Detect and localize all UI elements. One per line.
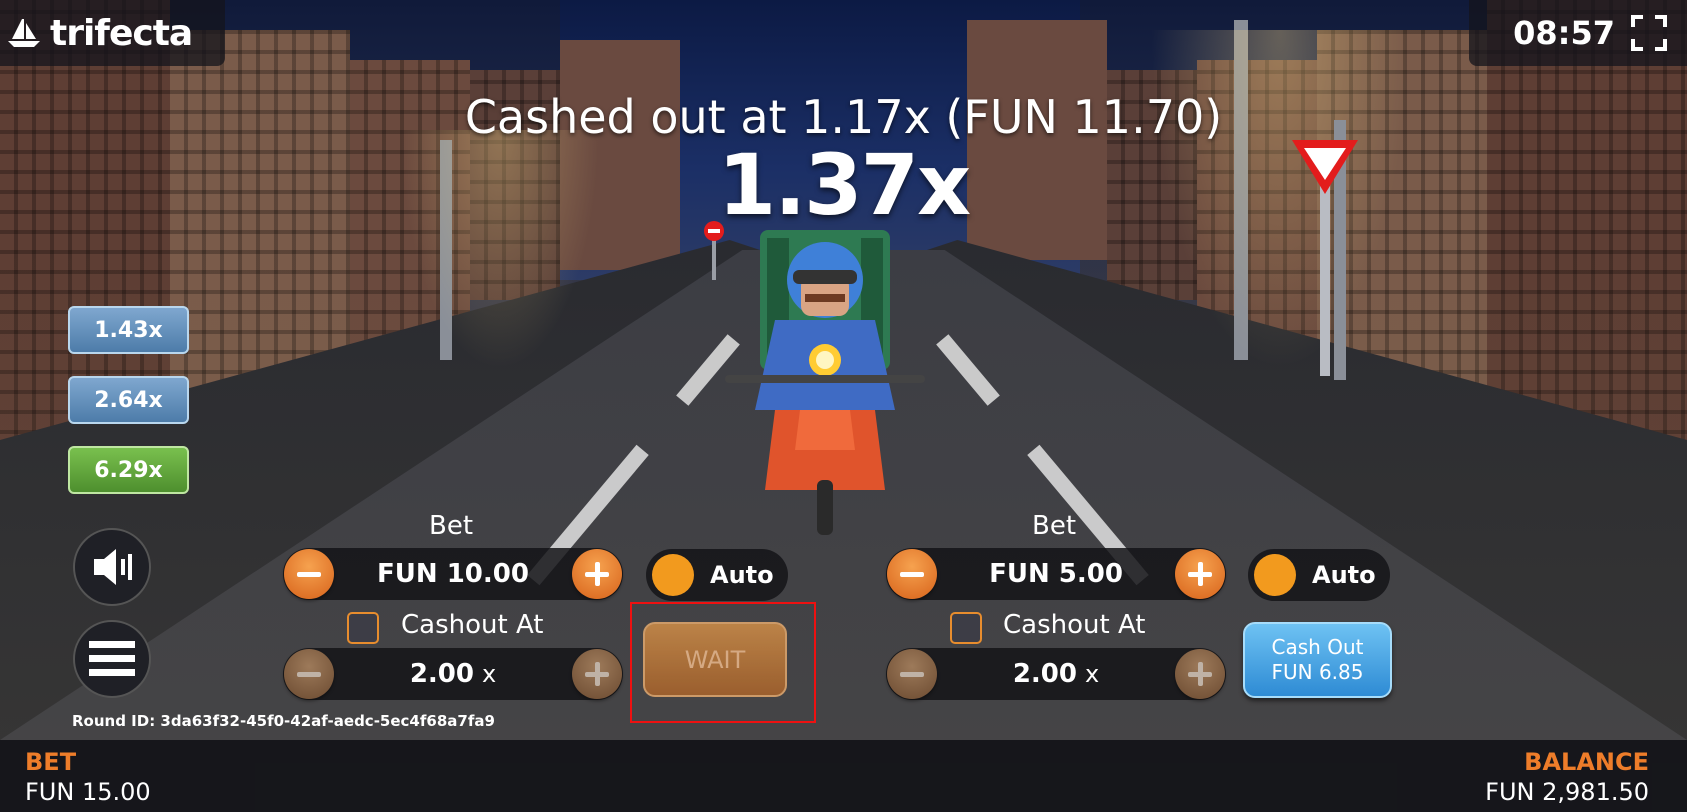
hamburger-menu-icon bbox=[89, 641, 135, 676]
total-bet-value: FUN 15.00 bbox=[25, 778, 151, 806]
auto-toggle[interactable]: Auto bbox=[1248, 549, 1390, 601]
bet-amount-stepper: FUN 10.00 bbox=[283, 548, 623, 600]
cashout-at-checkbox[interactable] bbox=[347, 612, 379, 644]
bet-decrease-button[interactable] bbox=[284, 549, 334, 599]
bet-amount-stepper: FUN 5.00 bbox=[886, 548, 1226, 600]
history-multiplier: 2.64x bbox=[68, 376, 189, 424]
cashout-decrease-button[interactable] bbox=[887, 649, 937, 699]
auto-label: Auto bbox=[710, 561, 774, 589]
minus-icon bbox=[900, 671, 924, 677]
total-bet-title: BET bbox=[25, 748, 77, 776]
cashout-decrease-button[interactable] bbox=[284, 649, 334, 699]
auto-label: Auto bbox=[1312, 561, 1376, 589]
fullscreen-icon[interactable] bbox=[1631, 15, 1667, 51]
clock: 08:57 bbox=[1513, 14, 1615, 52]
current-multiplier: 1.37x bbox=[717, 136, 971, 234]
boat-logo-icon bbox=[8, 19, 40, 47]
minus-icon bbox=[900, 571, 924, 577]
bet-label: Bet bbox=[1031, 511, 1077, 541]
bet-amount-value: FUN 5.00 bbox=[989, 559, 1123, 589]
bet-increase-button[interactable] bbox=[1175, 549, 1225, 599]
auto-toggle-indicator bbox=[652, 554, 694, 596]
speaker-icon bbox=[94, 549, 132, 585]
minus-icon bbox=[297, 671, 321, 677]
cashout-at-label: Cashout At bbox=[401, 610, 544, 640]
auto-toggle[interactable]: Auto bbox=[646, 549, 788, 601]
cashout-increase-button[interactable] bbox=[1175, 649, 1225, 699]
cashout-at-stepper: 2.00 x bbox=[886, 648, 1226, 700]
cash-out-amount: FUN 6.85 bbox=[1271, 660, 1364, 684]
minus-icon bbox=[297, 571, 321, 577]
bet-increase-button[interactable] bbox=[572, 549, 622, 599]
history-multiplier: 1.43x bbox=[68, 306, 189, 354]
cashout-at-label: Cashout At bbox=[1003, 610, 1146, 640]
total-bet: BET FUN 15.00 bbox=[25, 748, 151, 806]
wait-button[interactable]: WAIT bbox=[643, 622, 787, 697]
scooter-rider bbox=[725, 230, 925, 535]
cash-out-button[interactable]: Cash Out FUN 6.85 bbox=[1243, 622, 1392, 698]
top-right-bar: 08:57 bbox=[1469, 0, 1687, 66]
cashout-at-stepper: 2.00 x bbox=[283, 648, 623, 700]
cashout-at-value: 2.00 x bbox=[409, 659, 497, 689]
footer-bar: BET FUN 15.00 BALANCE FUN 2,981.50 bbox=[0, 740, 1687, 812]
bet-label: Bet bbox=[428, 511, 474, 541]
bet-decrease-button[interactable] bbox=[887, 549, 937, 599]
auto-toggle-indicator bbox=[1254, 554, 1296, 596]
cashout-at-value: 2.00 x bbox=[1012, 659, 1100, 689]
history-multiplier: 6.29x bbox=[68, 446, 189, 494]
logo-text: trifecta bbox=[50, 12, 193, 54]
balance-title: BALANCE bbox=[1524, 748, 1649, 776]
menu-button[interactable] bbox=[73, 620, 151, 698]
round-id: Round ID: 3da63f32-45f0-42af-aedc-5ec4f6… bbox=[72, 712, 495, 730]
balance-value: FUN 2,981.50 bbox=[1485, 778, 1649, 806]
bet-amount-value: FUN 10.00 bbox=[377, 559, 529, 589]
cashout-increase-button[interactable] bbox=[572, 649, 622, 699]
cashout-at-checkbox[interactable] bbox=[950, 612, 982, 644]
sound-button[interactable] bbox=[73, 528, 151, 606]
cash-out-label: Cash Out bbox=[1271, 635, 1364, 659]
balance: BALANCE FUN 2,981.50 bbox=[1485, 748, 1649, 806]
brand-logo: trifecta bbox=[0, 0, 225, 66]
